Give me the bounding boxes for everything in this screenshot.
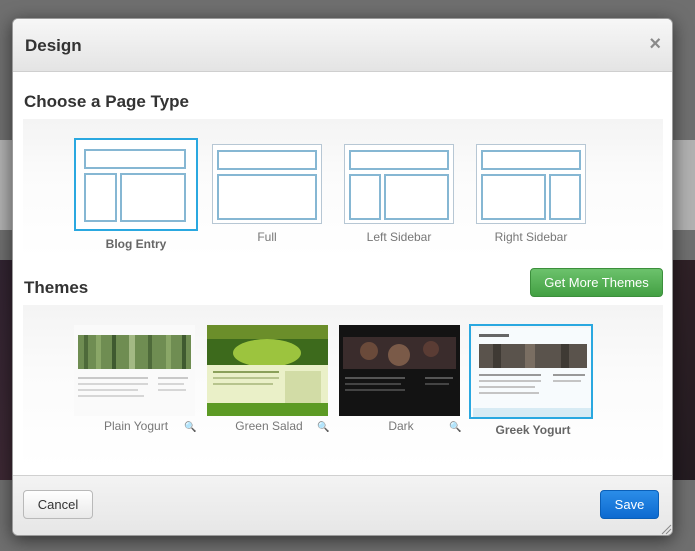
zoom-icon[interactable]: 🔍	[317, 422, 329, 433]
cancel-button[interactable]: Cancel	[23, 490, 93, 519]
design-dialog: Design × Choose a Page Type Blog Entry F…	[12, 18, 673, 536]
theme-plain-yogurt[interactable]: Plain Yogurt 🔍	[74, 325, 198, 433]
theme-thumbnail	[74, 325, 195, 416]
page-type-left-sidebar[interactable]: Left Sidebar	[344, 144, 454, 244]
theme-label: Dark	[388, 419, 414, 433]
resize-handle-icon[interactable]	[660, 523, 672, 535]
close-icon[interactable]: ×	[649, 34, 661, 54]
zoom-icon[interactable]: 🔍	[449, 422, 461, 433]
theme-green-salad[interactable]: Green Salad 🔍	[207, 325, 331, 433]
page-type-label: Right Sidebar	[494, 230, 568, 244]
theme-greek-yogurt[interactable]: Greek Yogurt	[469, 324, 597, 437]
theme-thumbnail	[469, 324, 593, 419]
get-more-themes-button[interactable]: Get More Themes	[530, 268, 663, 297]
page-type-heading: Choose a Page Type	[24, 92, 190, 111]
themes-heading: Themes	[24, 278, 89, 297]
zoom-icon[interactable]: 🔍	[184, 422, 196, 433]
page-type-label: Blog Entry	[105, 237, 167, 251]
theme-label: Greek Yogurt	[495, 423, 571, 437]
page-type-blog-entry[interactable]: Blog Entry	[73, 138, 199, 251]
dialog-title: Design	[25, 36, 82, 55]
layout-right-sidebar-icon	[476, 144, 586, 224]
layout-left-sidebar-icon	[344, 144, 454, 224]
theme-label: Green Salad	[235, 419, 303, 433]
page-type-full[interactable]: Full	[212, 144, 322, 244]
page-type-right-sidebar[interactable]: Right Sidebar	[476, 144, 586, 244]
dialog-footer: Cancel Save	[13, 475, 672, 535]
layout-blog-entry-icon	[74, 138, 198, 231]
page-type-label: Left Sidebar	[366, 230, 432, 244]
theme-thumbnail	[207, 325, 328, 416]
page-type-label: Full	[257, 230, 277, 244]
theme-label: Plain Yogurt	[103, 419, 169, 433]
theme-dark[interactable]: Dark 🔍	[339, 325, 463, 433]
layout-full-icon	[212, 144, 322, 224]
theme-thumbnail	[339, 325, 460, 416]
save-button[interactable]: Save	[600, 490, 659, 519]
dialog-header: Design ×	[13, 19, 672, 72]
